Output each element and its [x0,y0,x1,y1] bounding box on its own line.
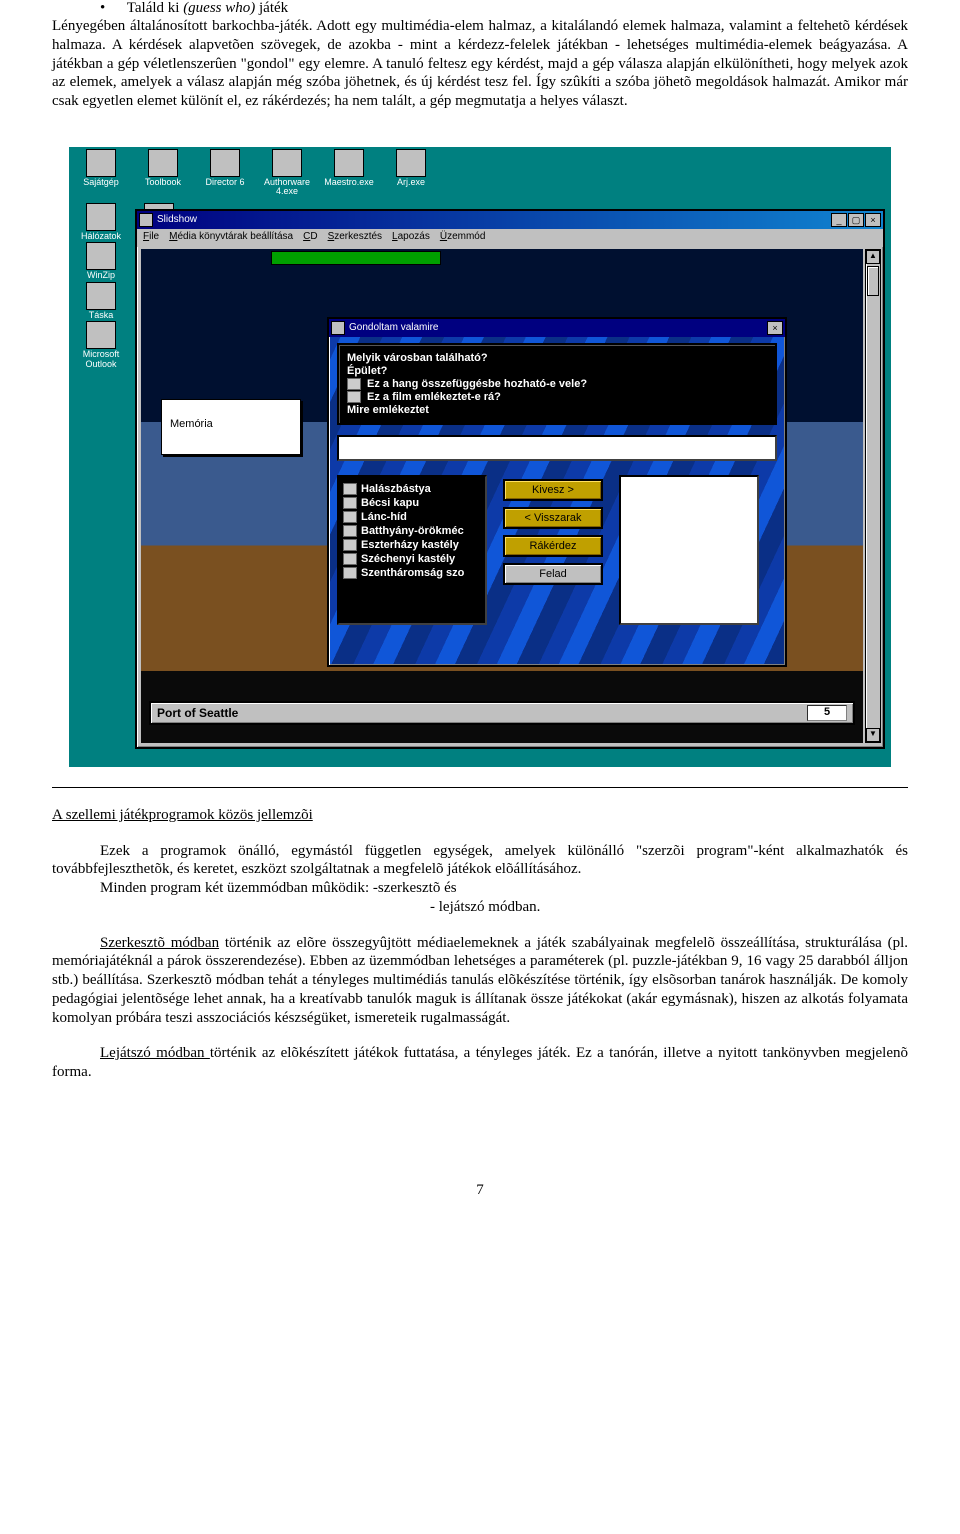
item-icon [343,497,357,509]
desktop-icon[interactable]: Authorware 4.exe [259,149,315,197]
desktop-icon[interactable]: WinZip [73,242,129,280]
felad-button[interactable]: Felad [503,563,603,585]
titlebar[interactable]: Slidshow _ ▢ × [137,211,883,229]
desktop-icon[interactable]: Sajátgép [73,149,129,197]
item-icon [343,553,357,565]
page-number: 7 [52,1182,908,1199]
dialog-title: Gondoltam valamire [349,322,438,333]
dialog-titlebar[interactable]: Gondoltam valamire × [329,319,785,337]
desktop-icon[interactable]: Arj.exe [383,149,439,197]
desktop-icon[interactable]: Hálózatok [73,203,129,241]
menu-edit[interactable]: Szerkesztés [328,231,382,245]
paragraph: - lejátszó módban. [52,898,908,917]
port-label: Port of Seattle [157,706,238,720]
menu-media[interactable]: Média könyvtárak beállítása [169,231,293,245]
scroll-up-button[interactable]: ▲ [866,250,880,264]
close-button[interactable]: × [865,213,881,227]
minimize-button[interactable]: _ [831,213,847,227]
menu-file[interactable]: File [143,231,159,245]
game-heading: Találd ki (guess who) játék [52,0,908,17]
embedded-screenshot: Sajátgép Toolbook Director 6 Authorware … [69,147,891,767]
intro-paragraph: Lényegében általánosított barkochba-játé… [52,17,908,111]
item-icon [343,511,357,523]
window-dialog: Gondoltam valamire × Melyik városban tal… [327,317,787,667]
status-bar: Port of Seattle 5 [149,701,855,725]
visszarak-button[interactable]: < Visszarak [503,507,603,529]
rakerdez-button[interactable]: Rákérdez [503,535,603,557]
answer-input[interactable] [337,435,777,461]
desktop-icon[interactable]: Maestro.exe [321,149,377,197]
sysmenu-icon[interactable] [331,321,345,335]
paragraph: Minden program két üzemmódban mûködik: -… [52,879,908,898]
memoria-card[interactable]: Memória [161,399,301,455]
section-divider [52,787,908,788]
candidate-list[interactable]: Halászbástya Bécsi kapu Lánc-híd Batthyá… [337,475,487,625]
maximize-button[interactable]: ▢ [848,213,864,227]
kivesz-button[interactable]: Kivesz > [503,479,603,501]
close-button[interactable]: × [767,321,783,335]
window-title: Slidshow [157,214,197,225]
menu-mode[interactable]: Üzemmód [440,231,486,245]
item-icon [343,567,357,579]
question-list[interactable]: Melyik városban található? Épület? Ez a … [337,343,777,425]
paragraph: Lejátszó módban történik az elõkészített… [52,1044,908,1082]
sysmenu-icon[interactable] [139,213,153,227]
scroll-down-button[interactable]: ▼ [866,728,880,742]
menubar: File Média könyvtárak beállítása CD Szer… [137,229,883,247]
item-icon [343,483,357,495]
item-icon [343,525,357,537]
menu-paging[interactable]: Lapozás [392,231,430,245]
sound-icon [347,378,361,390]
paragraph: Szerkesztõ módban történik az elõre össz… [52,934,908,1028]
menu-cd[interactable]: CD [303,231,317,245]
desktop-icon[interactable]: Táska [73,282,129,320]
item-icon [343,539,357,551]
film-icon [347,391,361,403]
page-field[interactable]: 5 [807,705,847,721]
window-slideshow: Slidshow _ ▢ × File Média könyvtárak beá… [135,209,885,749]
vertical-scrollbar[interactable]: ▲ ▼ [865,249,881,743]
desktop-icon[interactable]: Director 6 [197,149,253,197]
section-heading: A szellemi játékprogramok közös jellemzõ… [52,806,908,825]
scroll-thumb[interactable] [867,266,879,296]
green-bar [271,251,441,265]
desktop-icon[interactable]: Toolbook [135,149,191,197]
removed-list[interactable] [619,475,759,625]
desktop-icon[interactable]: Microsoft Outlook [73,321,129,369]
paragraph: Ezek a programok önálló, egymástól függe… [52,842,908,880]
slide-canvas: Memória Találd ki 3.0 1998 Port of Seatt… [141,249,863,743]
